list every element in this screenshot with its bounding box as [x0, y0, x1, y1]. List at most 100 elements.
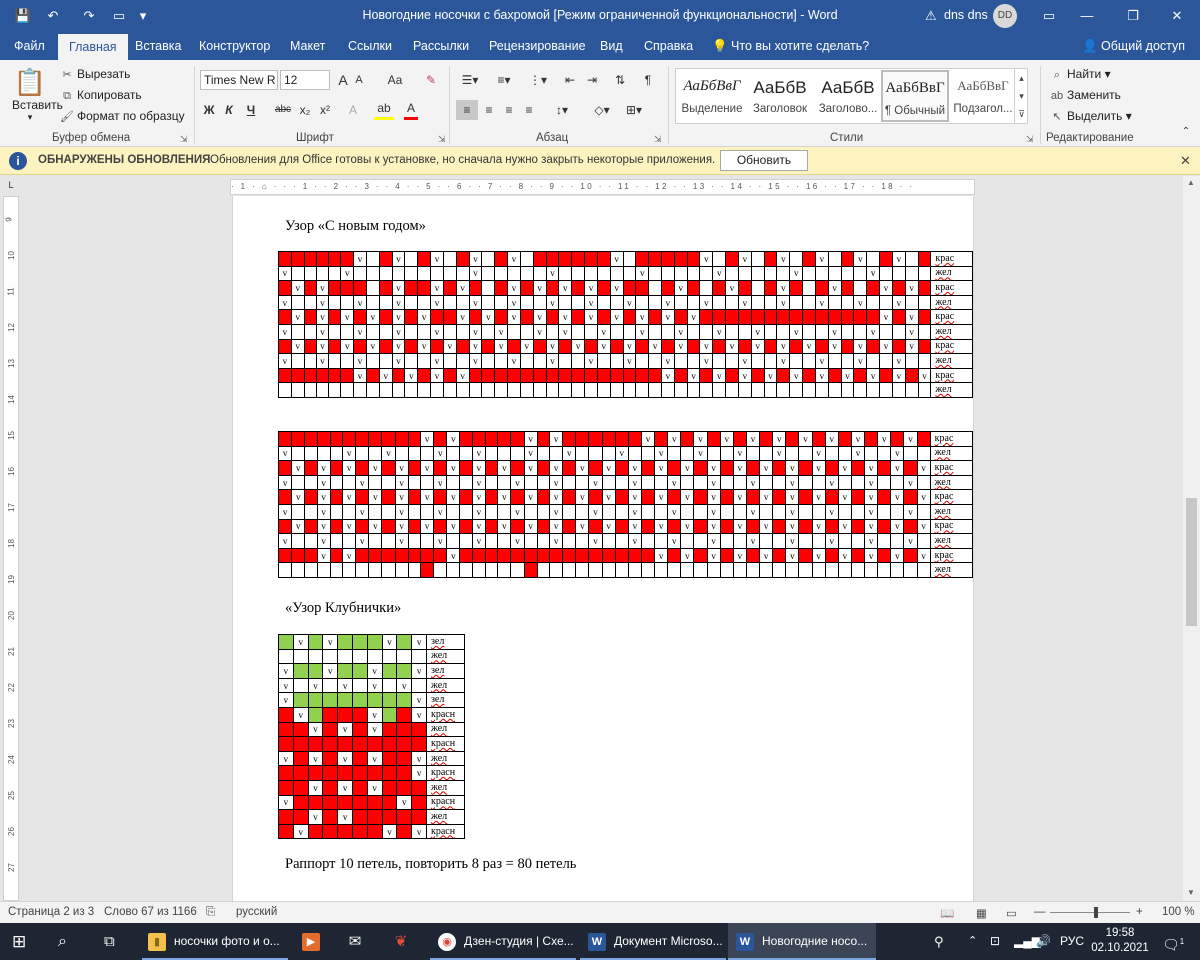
scroll-down-icon[interactable]: ▼: [1187, 888, 1195, 897]
numbering-icon[interactable]: ≡▾: [490, 70, 518, 90]
restore-button[interactable]: ❐: [1110, 0, 1156, 32]
print-layout-icon[interactable]: ▦: [976, 906, 987, 920]
web-layout-icon[interactable]: ▭: [1006, 906, 1017, 920]
tab-mailings[interactable]: Рассылки: [413, 32, 469, 60]
zoom-in-icon[interactable]: +: [1136, 906, 1143, 918]
copy-button[interactable]: ⧉ Копировать: [60, 88, 142, 103]
vertical-scrollbar[interactable]: ▲ ▼: [1183, 176, 1200, 901]
word-count[interactable]: Слово 67 из 1166: [104, 906, 197, 918]
save-icon[interactable]: 💾: [14, 7, 32, 25]
page[interactable]: Узор «С новым годом» v v v v v v v v v v v v крас v v v…: [232, 196, 974, 901]
dialog-launcher-icon[interactable]: ⇲: [654, 134, 662, 145]
page-count[interactable]: Страница 2 из 3: [8, 906, 94, 918]
font-name-box[interactable]: Times New R: [200, 70, 278, 90]
taskbar-item-app[interactable]: ❦: [388, 923, 418, 960]
people-icon[interactable]: ⚲: [934, 923, 944, 960]
sort-icon[interactable]: ⇅: [612, 70, 628, 90]
italic-button[interactable]: К: [222, 100, 236, 120]
search-icon[interactable]: ⌕: [58, 923, 67, 960]
zoom-level[interactable]: 100 %: [1162, 906, 1195, 918]
change-case-button[interactable]: Aa: [384, 70, 406, 90]
font-size-box[interactable]: 12: [280, 70, 330, 90]
warning-icon[interactable]: ⚠: [925, 8, 937, 24]
task-view-icon[interactable]: ⧉: [104, 923, 115, 960]
avatar[interactable]: DD: [993, 4, 1017, 28]
align-left-icon[interactable]: ≡: [456, 100, 478, 120]
style-emphasis[interactable]: АаБбВвГ Выделение: [678, 70, 746, 122]
select-button[interactable]: ↖ Выделить ▾: [1050, 109, 1131, 123]
volume-icon[interactable]: 🔊: [1036, 923, 1051, 960]
undo-icon[interactable]: ↶: [44, 7, 62, 25]
multilevel-list-icon[interactable]: ⋮▾: [524, 70, 552, 90]
find-button[interactable]: ⌕ Найти ▾: [1050, 67, 1111, 82]
pilcrow-icon[interactable]: ¶: [640, 70, 656, 90]
style-heading-2[interactable]: АаБбВ Заголово...: [814, 70, 882, 122]
customize-toolbar-icon[interactable]: ▾: [134, 7, 152, 25]
underline-button[interactable]: Ч: [244, 100, 258, 120]
scroll-up-icon[interactable]: ▲: [1187, 178, 1195, 187]
horizontal-ruler[interactable]: · 1 · ⌂ · · · 1 · · 2 · · 3 · · 4 · · 5 …: [230, 179, 975, 195]
style-normal[interactable]: АаБбВвГ ¶ Обычный: [881, 70, 949, 122]
clock[interactable]: 19:58 02.10.2021: [1090, 926, 1150, 956]
tab-file[interactable]: Файл: [14, 32, 45, 60]
proofing-icon[interactable]: ⎘: [206, 906, 215, 919]
highlight-color-icon[interactable]: ab: [374, 100, 394, 120]
minimize-button[interactable]: —: [1064, 0, 1110, 32]
vertical-ruler[interactable]: 9 10 11 12 13 14 15 16 17 18 19 20 21 22 23 24 25 26 27: [3, 196, 19, 901]
shrink-font-button[interactable]: A: [352, 70, 366, 90]
tab-selector[interactable]: L: [4, 180, 18, 194]
close-icon[interactable]: ✕: [1180, 153, 1191, 169]
increase-indent-icon[interactable]: ⇥: [584, 70, 600, 90]
zoom-out-icon[interactable]: —: [1034, 906, 1046, 918]
show-hidden-icons[interactable]: ⌃: [968, 923, 977, 960]
strikethrough-button[interactable]: abc: [274, 100, 292, 120]
input-language[interactable]: РУС: [1060, 923, 1084, 960]
redo-icon[interactable]: ↷: [80, 7, 98, 25]
clear-formatting-icon[interactable]: ✎: [422, 70, 440, 90]
bullets-icon[interactable]: ☰▾: [456, 70, 484, 90]
superscript-button[interactable]: x²: [318, 100, 332, 120]
format-painter-button[interactable]: 🖌 Формат по образцу: [60, 109, 185, 123]
bold-button[interactable]: Ж: [202, 100, 216, 120]
dialog-launcher-icon[interactable]: ⇲: [438, 134, 446, 145]
taskbar-item-media[interactable]: ▶: [296, 923, 326, 960]
grow-font-button[interactable]: A: [336, 70, 350, 90]
decrease-indent-icon[interactable]: ⇤: [562, 70, 578, 90]
close-button[interactable]: ✕: [1154, 0, 1200, 32]
tab-help[interactable]: Справка: [644, 32, 693, 60]
collapse-ribbon-icon[interactable]: ⌃: [1178, 122, 1194, 142]
tab-design[interactable]: Конструктор: [199, 32, 270, 60]
dialog-launcher-icon[interactable]: ⇲: [180, 134, 188, 145]
tab-review[interactable]: Рецензирование: [489, 32, 586, 60]
windows-start-icon[interactable]: ⊞: [12, 923, 26, 960]
taskbar-item-chrome[interactable]: ◉ Дзен-студия | Схе...: [430, 923, 576, 960]
line-spacing-icon[interactable]: ↕▾: [548, 100, 576, 120]
style-heading[interactable]: АаБбВ Заголовок: [746, 70, 814, 122]
tab-view[interactable]: Вид: [600, 32, 623, 60]
replace-button[interactable]: ab Заменить: [1050, 88, 1121, 102]
text-effects-icon[interactable]: A: [344, 100, 362, 120]
update-button[interactable]: Обновить: [720, 150, 808, 171]
borders-icon[interactable]: ⊞▾: [620, 100, 648, 120]
notifications-icon[interactable]: 🗨1: [1162, 923, 1184, 960]
scrollbar-thumb[interactable]: [1186, 498, 1197, 626]
read-mode-icon[interactable]: 📖: [940, 906, 954, 920]
style-subtitle[interactable]: АаБбВвГ Подзагол...: [949, 70, 1017, 122]
tab-references[interactable]: Ссылки: [348, 32, 392, 60]
language-indicator[interactable]: русский: [236, 906, 277, 918]
align-right-icon[interactable]: ≡: [500, 100, 518, 120]
dialog-launcher-icon[interactable]: ⇲: [1026, 134, 1034, 145]
align-center-icon[interactable]: ≡: [480, 100, 498, 120]
taskbar-item-word-doc[interactable]: W Документ Microso...: [580, 923, 726, 960]
taskbar-item-word-active[interactable]: W Новогодние носо...: [728, 923, 876, 960]
cut-button[interactable]: ✂ Вырезать: [60, 67, 130, 81]
taskbar-item-mail[interactable]: ✉: [342, 923, 372, 960]
tab-layout[interactable]: Макет: [290, 32, 325, 60]
paste-button[interactable]: 📋 Вставить ▾: [12, 66, 63, 123]
network-icon[interactable]: ⊡: [990, 923, 1000, 960]
user-name[interactable]: dns dns: [944, 8, 988, 22]
taskbar-item-explorer[interactable]: ▮ носочки фото и о...: [142, 923, 288, 960]
shading-icon[interactable]: ◇▾: [588, 100, 616, 120]
tab-insert[interactable]: Вставка: [135, 32, 181, 60]
zoom-slider-thumb[interactable]: [1094, 907, 1098, 918]
